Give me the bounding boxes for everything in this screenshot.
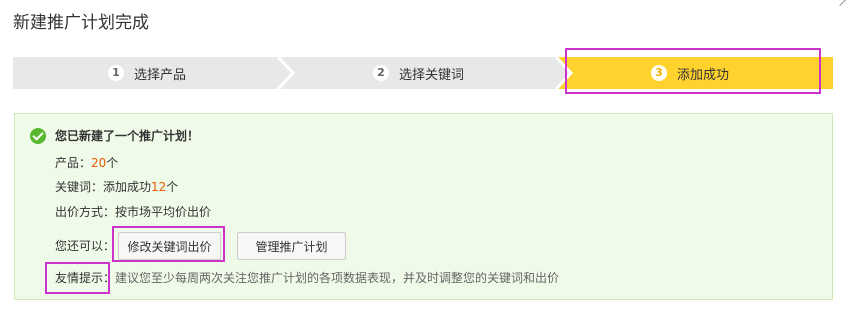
edit-keyword-bid-button[interactable]: 修改关键词出价	[118, 232, 221, 260]
step-3-number: 3	[651, 65, 667, 81]
success-panel: 您已新建了一个推广计划！ 产品：20个 关键词：添加成功12个 出价方式：按市场…	[14, 113, 833, 300]
product-count: 20	[91, 156, 107, 170]
also-label: 您还可以：	[55, 239, 116, 253]
step-2-label: 选择关键词	[399, 67, 465, 83]
step-1: 1 选择产品	[108, 57, 186, 89]
page-title: 新建推广计划完成	[13, 13, 149, 33]
product-label: 产品：	[55, 156, 92, 170]
step-3-label: 添加成功	[677, 67, 730, 83]
keyword-unit: 个	[166, 180, 179, 194]
tip-label: 友情提示：	[55, 271, 116, 285]
chevron-icon	[832, 0, 847, 7]
keyword-count: 12	[151, 180, 167, 194]
step-2-number: 2	[373, 65, 389, 81]
bid-method-line: 出价方式：按市场平均价出价	[55, 205, 212, 219]
success-title: 您已新建了一个推广计划！	[55, 129, 200, 143]
keyword-label: 关键词：添加成功	[55, 180, 152, 194]
keyword-line: 关键词：添加成功12个	[55, 179, 178, 195]
manage-plan-button[interactable]: 管理推广计划	[237, 232, 346, 260]
product-unit: 个	[106, 156, 119, 170]
check-circle-icon	[30, 128, 46, 144]
step-3: 3 添加成功	[651, 57, 729, 89]
step-1-label: 选择产品	[134, 67, 187, 83]
product-line: 产品：20个	[55, 155, 118, 171]
tip-text: 建议您至少每周两次关注您推广计划的各项数据表现，并及时调整您的关键词和出价	[115, 271, 560, 285]
step-2: 2 选择关键词	[373, 57, 464, 89]
step-1-number: 1	[108, 65, 124, 81]
progress-steps: 1 选择产品 2 选择关键词 3 添加成功	[13, 57, 833, 89]
